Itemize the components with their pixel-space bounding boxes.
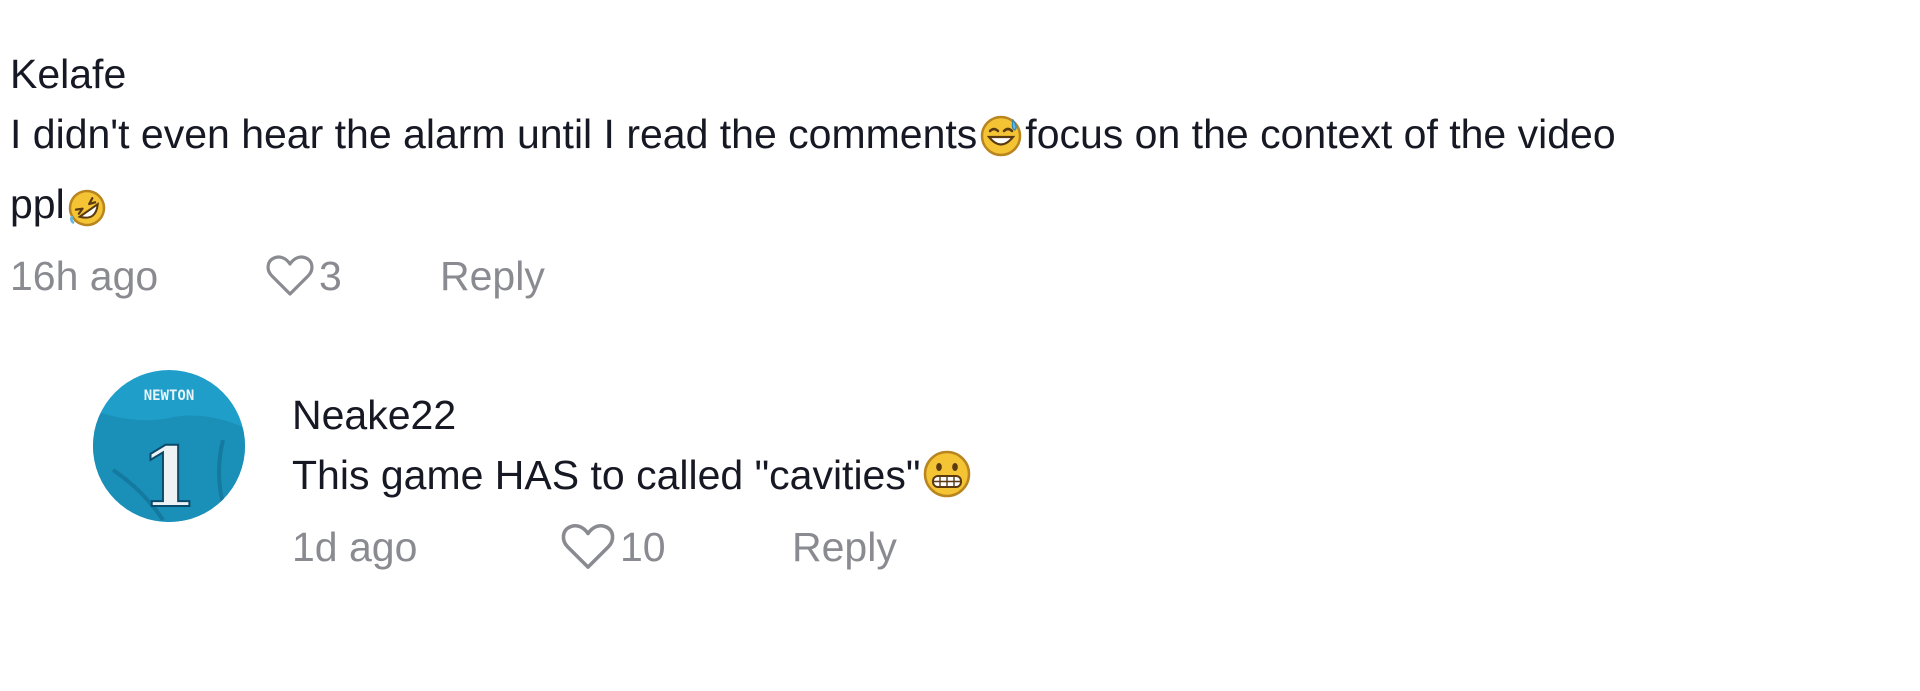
comment-username[interactable]: Kelafe: [10, 44, 1910, 104]
heart-outline-icon[interactable]: [265, 254, 315, 298]
like-count: 3: [319, 253, 342, 299]
avatar[interactable]: NEWTON 1: [93, 370, 245, 522]
rolling-on-floor-laughing-emoji: [67, 184, 107, 244]
avatar-jersey-name: NEWTON: [144, 388, 195, 404]
comment-text-line2: ppl: [10, 174, 1910, 244]
comment-meta: 16h ago 3 Reply: [10, 246, 1910, 306]
comment-text: This game HAS to called "cavities": [292, 445, 974, 515]
comment-timestamp: 1d ago: [292, 524, 418, 570]
grinning-face-with-sweat-emoji: [979, 114, 1023, 174]
like-button[interactable]: 3: [265, 246, 440, 306]
reply-comment-item: NEWTON 1 Neake22 This game HAS to called…: [93, 370, 1493, 577]
comment-text-part: This game HAS to called "cavities": [292, 452, 921, 498]
reply-button[interactable]: Reply: [440, 246, 545, 306]
comment-text-part: ppl: [10, 181, 65, 227]
comment-timestamp: 16h ago: [10, 253, 159, 299]
reply-body: Neake22 This game HAS to called "cavitie…: [292, 385, 974, 577]
heart-outline-icon[interactable]: [560, 522, 616, 572]
comment-item: Kelafe I didn't even hear the alarm unti…: [10, 44, 1910, 306]
avatar-jersey-number: 1: [140, 430, 197, 522]
comment-text: I didn't even hear the alarm until I rea…: [10, 104, 1910, 174]
comment-meta: 1d ago 10 Reply: [292, 517, 974, 577]
comment-text-part: I didn't even hear the alarm until I rea…: [10, 111, 978, 157]
comment-text-part: focus on the context of the video: [1025, 111, 1616, 157]
comment-username[interactable]: Neake22: [292, 385, 974, 445]
reply-button[interactable]: Reply: [792, 517, 897, 577]
like-button[interactable]: 10: [560, 517, 792, 577]
like-count: 10: [620, 524, 666, 570]
grimacing-face-emoji: [922, 449, 972, 515]
